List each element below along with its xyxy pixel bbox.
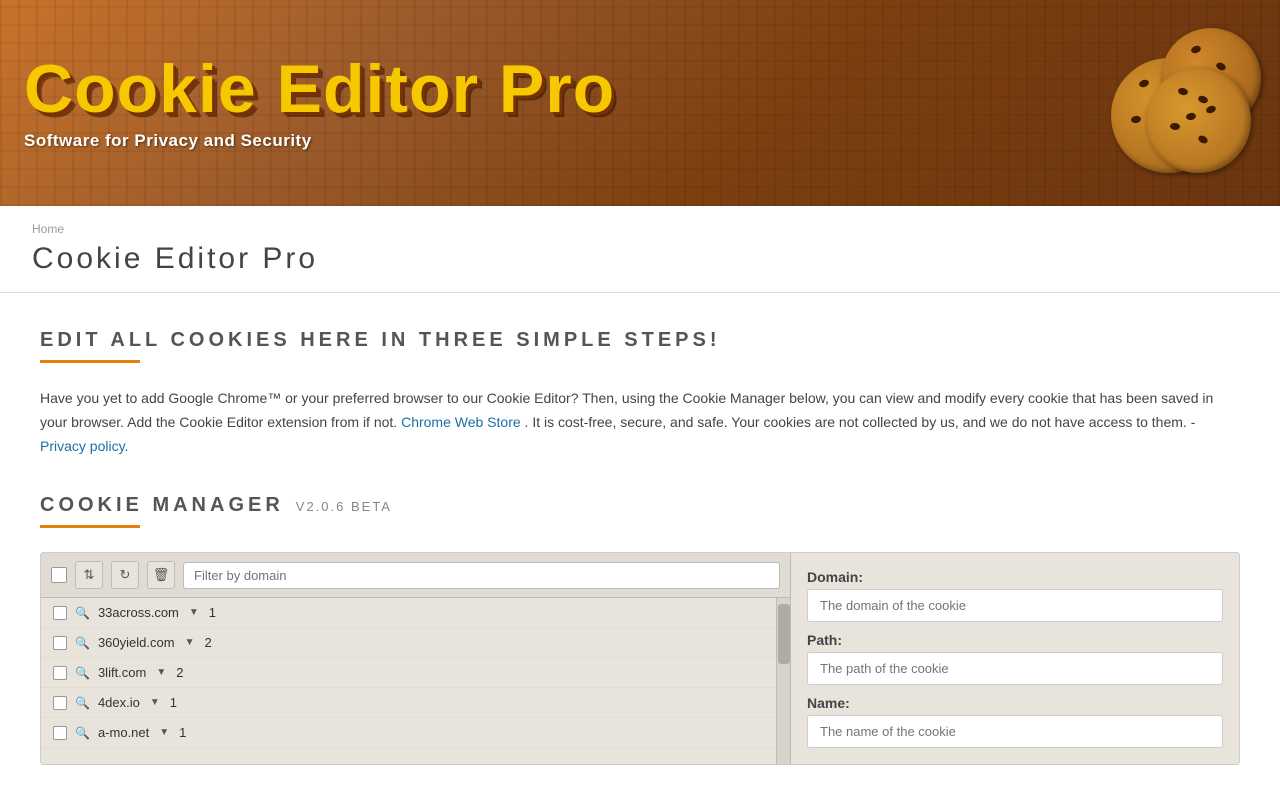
section1-title: EDIT ALL COOKIES HERE IN THREE SIMPLE ST… (40, 329, 1240, 352)
item-domain: 3lift.com (98, 665, 146, 680)
delete-icon: 🗑 (153, 567, 170, 583)
item-checkbox[interactable] (53, 696, 67, 710)
delete-button[interactable]: 🗑 (147, 561, 175, 589)
refresh-icon: ↻ (120, 567, 131, 583)
item-count: 2 (176, 665, 183, 680)
main-content: EDIT ALL COOKIES HERE IN THREE SIMPLE ST… (0, 293, 1280, 801)
scrollbar-thumb[interactable] (778, 604, 790, 664)
sort-icon: ⇅ (84, 567, 95, 583)
item-count: 2 (204, 635, 211, 650)
privacy-suffix: . (125, 438, 129, 454)
cookie-manager-version: V2.0.6 BETA (296, 499, 392, 514)
intro-text-after: . It is cost-free, secure, and safe. You… (525, 414, 1196, 430)
item-checkbox[interactable] (53, 666, 67, 680)
site-header: Cookie Editor Pro Software for Privacy a… (0, 0, 1280, 206)
item-arrow-icon: ▼ (185, 637, 195, 648)
cookie-manager-container: ⇅ ↻ 🗑 🔍 33across.com ▼ 1 (40, 552, 1240, 765)
item-domain: 4dex.io (98, 695, 140, 710)
name-field-group: Name: (807, 695, 1223, 748)
item-domain: a-mo.net (98, 725, 149, 740)
cookie-list-scroll: 🔍 33across.com ▼ 1 🔍 360yield.com ▼ 2 🔍 … (41, 598, 790, 764)
search-icon: 🔍 (75, 606, 90, 620)
privacy-policy-link[interactable]: Privacy policy (40, 438, 125, 454)
cookie-detail-panel: Domain: Path: Name: (791, 553, 1239, 764)
refresh-button[interactable]: ↻ (111, 561, 139, 589)
item-checkbox[interactable] (53, 726, 67, 740)
domain-label: Domain: (807, 569, 1223, 585)
path-field-group: Path: (807, 632, 1223, 685)
site-title: Cookie Editor Pro (24, 55, 615, 123)
list-item[interactable]: 🔍 360yield.com ▼ 2 (41, 628, 776, 658)
item-count: 1 (209, 605, 216, 620)
select-all-checkbox[interactable] (51, 567, 67, 583)
item-domain: 360yield.com (98, 635, 175, 650)
intro-paragraph: Have you yet to add Google Chrome™ or yo… (40, 387, 1240, 458)
path-label: Path: (807, 632, 1223, 648)
item-arrow-icon: ▼ (159, 727, 169, 738)
section1-underline (40, 360, 140, 363)
cookie-circle-3 (1146, 68, 1251, 173)
list-scrollbar[interactable] (776, 598, 790, 764)
domain-filter-input[interactable] (183, 562, 780, 589)
item-checkbox[interactable] (53, 636, 67, 650)
cookie-list-panel: ⇅ ↻ 🗑 🔍 33across.com ▼ 1 (41, 553, 791, 764)
search-icon: 🔍 (75, 666, 90, 680)
name-label: Name: (807, 695, 1223, 711)
breadcrumb: Home (32, 222, 1248, 236)
section2-underline (40, 525, 140, 528)
page-header: Home Cookie Editor Pro (0, 206, 1280, 293)
search-icon: 🔍 (75, 636, 90, 650)
site-subtitle: Software for Privacy and Security (24, 131, 615, 151)
search-icon: 🔍 (75, 696, 90, 710)
list-item[interactable]: 🔍 a-mo.net ▼ 1 (41, 718, 776, 748)
domain-field-group: Domain: (807, 569, 1223, 622)
item-count: 1 (170, 695, 177, 710)
path-input[interactable] (807, 652, 1223, 685)
list-toolbar: ⇅ ↻ 🗑 (41, 553, 790, 598)
list-item[interactable]: 🔍 4dex.io ▼ 1 (41, 688, 776, 718)
item-checkbox[interactable] (53, 606, 67, 620)
list-item[interactable]: 🔍 33across.com ▼ 1 (41, 598, 776, 628)
search-icon: 🔍 (75, 726, 90, 740)
page-title: Cookie Editor Pro (32, 242, 1248, 276)
header-branding: Cookie Editor Pro Software for Privacy a… (24, 55, 615, 151)
cookie-list[interactable]: 🔍 33across.com ▼ 1 🔍 360yield.com ▼ 2 🔍 … (41, 598, 776, 764)
cookie-decoration (1081, 18, 1256, 188)
item-domain: 33across.com (98, 605, 179, 620)
cookie-manager-title-row: COOKIE MANAGER V2.0.6 BETA (40, 494, 1240, 517)
item-count: 1 (179, 725, 186, 740)
item-arrow-icon: ▼ (150, 697, 160, 708)
name-input[interactable] (807, 715, 1223, 748)
list-item[interactable]: 🔍 3lift.com ▼ 2 (41, 658, 776, 688)
domain-input[interactable] (807, 589, 1223, 622)
item-arrow-icon: ▼ (156, 667, 166, 678)
cookie-manager-title: COOKIE MANAGER (40, 494, 284, 517)
chrome-store-link[interactable]: Chrome Web Store (401, 414, 521, 430)
sort-button[interactable]: ⇅ (75, 561, 103, 589)
item-arrow-icon: ▼ (189, 607, 199, 618)
